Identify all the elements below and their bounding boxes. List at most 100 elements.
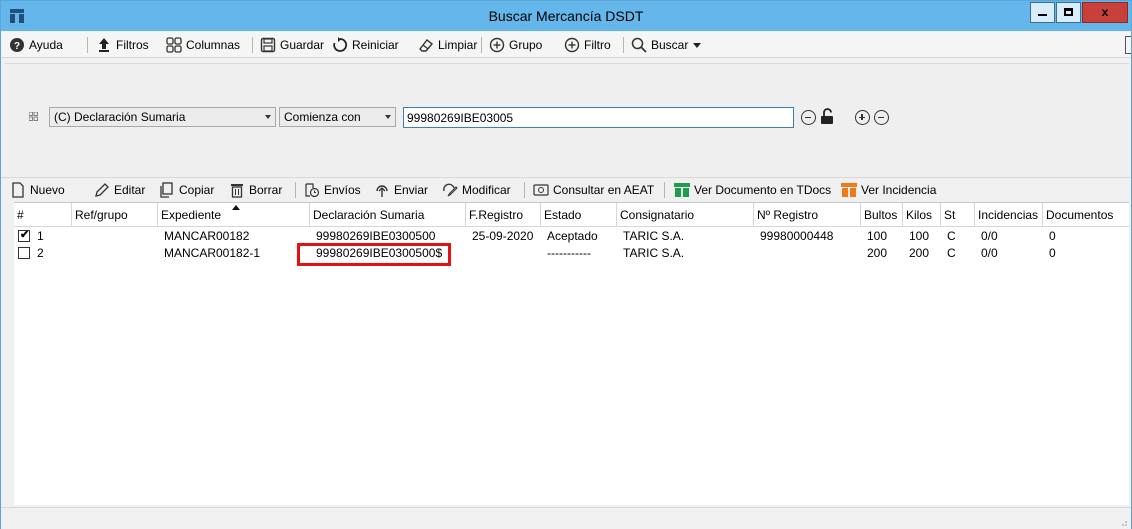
main-toolbar: ? Ayuda Filtros Columnas Guardar Reinici… <box>1 32 1131 58</box>
add-condition-button[interactable] <box>855 110 870 125</box>
column-header-nregistro[interactable]: Nº Registro <box>754 203 861 227</box>
table-row[interactable]: 2 MANCAR00182-1 99980269IBE0300500$ ----… <box>14 245 1129 262</box>
row-number: 2 <box>37 246 44 260</box>
send-icon <box>376 185 388 197</box>
envios-button[interactable]: Envíos <box>304 181 361 199</box>
filtros-button[interactable]: Filtros <box>96 36 149 54</box>
grupo-button[interactable]: Grupo <box>489 36 542 54</box>
remove-condition-button[interactable] <box>801 110 816 125</box>
column-header-ref[interactable]: Ref/grupo <box>72 203 158 227</box>
cell-consignatario: TARIC S.A. <box>623 246 685 260</box>
close-icon: x <box>1101 5 1109 19</box>
ayuda-button[interactable]: ? Ayuda <box>9 36 63 54</box>
cell-ref <box>75 228 78 245</box>
check-icon: ✔ <box>20 229 30 241</box>
column-header-declaracion[interactable]: Declaración Sumaria <box>310 203 466 227</box>
resize-grip-icon[interactable] <box>1119 518 1127 526</box>
column-header-incidencias[interactable]: Incidencias <box>975 203 1043 227</box>
trash-icon <box>231 184 243 198</box>
column-header-fregistro[interactable]: F.Registro <box>466 203 541 227</box>
cell-documentos: 0 <box>1049 246 1056 260</box>
cell-consignatario: TARIC S.A. <box>623 229 685 243</box>
buscar-label: Buscar <box>651 38 689 52</box>
search-icon <box>631 37 647 53</box>
copiar-label: Copiar <box>179 183 215 197</box>
cell-nregistro <box>757 245 760 262</box>
consultar-aeat-button[interactable]: Consultar en AEAT <box>533 181 654 199</box>
cell-expediente: MANCAR00182 <box>164 229 250 243</box>
guardar-label: Guardar <box>280 38 325 52</box>
help-icon: ? <box>10 38 24 52</box>
columnas-button[interactable]: Columnas <box>166 36 240 54</box>
drag-handle-icon[interactable] <box>29 112 38 121</box>
field-select[interactable]: (C) Declaración Sumaria <box>49 107 276 127</box>
editar-label: Editar <box>114 183 146 197</box>
column-header-num[interactable]: # <box>14 203 72 227</box>
guardar-button[interactable]: Guardar <box>260 36 324 54</box>
maximize-button[interactable] <box>1056 2 1081 23</box>
nuevo-label: Nuevo <box>30 183 65 197</box>
action-toolbar: Nuevo Editar Copiar Borrar Envíos Enviar… <box>1 177 1131 201</box>
window-title: Buscar Mercancía DSDT <box>488 8 644 24</box>
save-icon <box>260 37 276 53</box>
copiar-button[interactable]: Copiar <box>159 181 214 199</box>
cell-bultos: 100 <box>867 229 888 243</box>
cell-documentos: 0 <box>1049 229 1056 243</box>
operator-select-value: Comienza con <box>284 110 361 124</box>
unlock-icon[interactable] <box>820 108 834 125</box>
column-header-estado[interactable]: Estado <box>541 203 617 227</box>
chevron-down-icon[interactable] <box>692 40 702 50</box>
envios-icon <box>305 183 320 198</box>
cell-fregistro: 25-09-2020 <box>472 229 534 243</box>
filtros-label: Filtros <box>116 38 149 52</box>
chevron-down-icon <box>385 115 391 119</box>
grid-left-strip <box>1 202 14 507</box>
row-checkbox[interactable]: ✔ <box>18 229 30 242</box>
nuevo-button[interactable]: Nuevo <box>10 181 65 199</box>
new-document-icon <box>12 182 24 198</box>
limpiar-button[interactable]: Limpiar <box>418 36 477 54</box>
column-header-kilos[interactable]: Kilos <box>903 203 941 227</box>
row-checkbox[interactable] <box>18 247 30 259</box>
buscar-button[interactable]: Buscar <box>631 36 702 54</box>
grupo-label: Grupo <box>509 38 543 52</box>
ver-incidencia-button[interactable]: Ver Incidencia <box>841 181 936 199</box>
ver-incidencia-label: Ver Incidencia <box>861 183 937 197</box>
filtro-label: Filtro <box>584 38 611 52</box>
reiniciar-button[interactable]: Reiniciar <box>332 36 399 54</box>
column-header-consignatario[interactable]: Consignatario <box>617 203 754 227</box>
copy-icon <box>160 182 173 198</box>
filter-value-input[interactable] <box>403 107 794 128</box>
cell-kilos: 200 <box>909 246 930 260</box>
column-header-bultos[interactable]: Bultos <box>861 203 903 227</box>
borrar-button[interactable]: Borrar <box>229 181 282 199</box>
modificar-button[interactable]: Modificar <box>442 181 511 199</box>
ayuda-label: Ayuda <box>29 38 63 52</box>
svg-text:?: ? <box>14 41 20 52</box>
screen-icon <box>533 184 549 196</box>
column-header-documentos[interactable]: Documentos <box>1043 203 1129 227</box>
filtro-button[interactable]: Filtro <box>564 36 611 54</box>
enviar-button[interactable]: Enviar <box>374 181 428 199</box>
cell-st: C <box>947 246 956 260</box>
filter-panel: (C) Declaración Sumaria Comienza con <box>5 63 1129 171</box>
eraser-icon <box>419 39 434 52</box>
toolbar-overflow-edge <box>1125 36 1131 54</box>
close-button[interactable]: x <box>1082 2 1128 23</box>
operator-select[interactable]: Comienza con <box>279 107 396 127</box>
table-row[interactable]: ✔ 1 MANCAR00182 99980269IBE0300500 25-09… <box>14 228 1129 245</box>
minimize-button[interactable] <box>1030 2 1055 23</box>
results-grid[interactable]: # Ref/grupo Expediente Declaración Sumar… <box>14 202 1129 505</box>
field-select-value: (C) Declaración Sumaria <box>54 110 186 124</box>
title-bar[interactable]: Buscar Mercancía DSDT x <box>1 1 1131 31</box>
grid-header: # Ref/grupo Expediente Declaración Sumar… <box>14 203 1129 227</box>
column-header-st[interactable]: St <box>941 203 975 227</box>
highlight-box <box>297 243 451 266</box>
ver-documento-label: Ver Documento en TDocs <box>694 183 832 197</box>
editar-button[interactable]: Editar <box>94 181 145 199</box>
pencil-icon <box>95 183 109 197</box>
sort-ascending-icon <box>232 205 240 210</box>
modificar-label: Modificar <box>462 183 511 197</box>
ver-documento-button[interactable]: Ver Documento en TDocs <box>674 181 831 199</box>
remove-group-button[interactable] <box>874 110 889 125</box>
